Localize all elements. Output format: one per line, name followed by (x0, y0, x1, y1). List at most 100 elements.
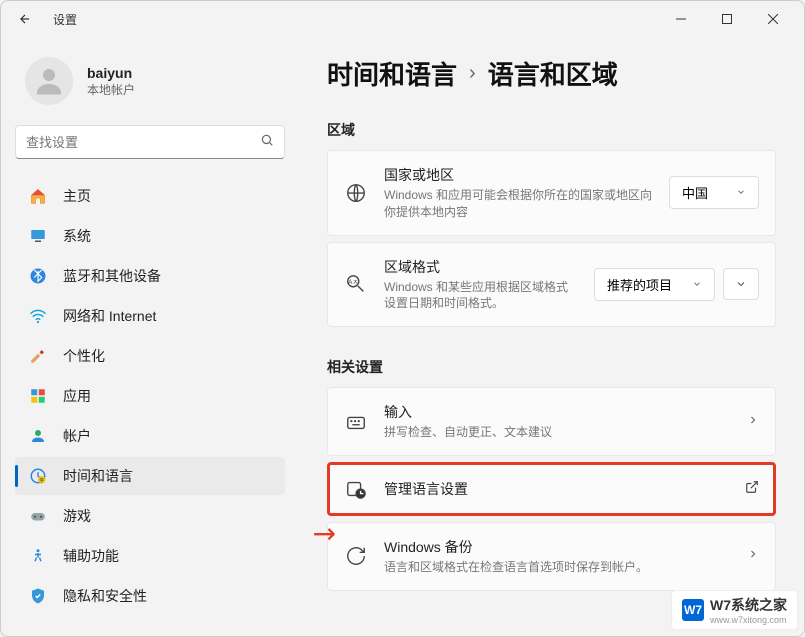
chevron-right-icon (747, 547, 759, 565)
card-text: 国家或地区 Windows 和应用可能会根据你所在的国家或地区向你提供本地内容 (384, 165, 653, 221)
sidebar-item-accounts[interactable]: 帐户 (15, 417, 285, 455)
expand-button[interactable] (723, 268, 759, 300)
system-icon (29, 227, 47, 245)
sidebar-item-privacy[interactable]: 隐私和安全性 (15, 577, 285, 615)
chevron-down-icon (692, 277, 702, 292)
admin-language-icon (344, 477, 368, 501)
sidebar-item-system[interactable]: 系统 (15, 217, 285, 255)
svg-text:Aㅈ: Aㅈ (348, 279, 358, 286)
card-desc: 语言和区域格式在检查语言首选项时保存到帐户。 (384, 559, 731, 576)
home-icon (29, 187, 47, 205)
card-country[interactable]: 国家或地区 Windows 和应用可能会根据你所在的国家或地区向你提供本地内容 … (327, 150, 776, 236)
minimize-button[interactable] (658, 3, 704, 35)
main-panel: 时间和语言 › 语言和区域 区域 国家或地区 Windows 和应用可能会根据你… (299, 37, 804, 636)
nav-label: 时间和语言 (63, 466, 133, 486)
search-icon (260, 133, 274, 152)
sidebar-item-network[interactable]: 网络和 Internet (15, 297, 285, 335)
external-link-icon (745, 480, 759, 497)
breadcrumb-current: 语言和区域 (488, 55, 618, 92)
apps-icon (29, 387, 47, 405)
dropdown-value: 中国 (682, 183, 708, 202)
close-button[interactable] (750, 3, 796, 35)
nav-label: 系统 (63, 226, 91, 246)
sidebar: baiyun 本地帐户 主页 系统 (1, 37, 299, 636)
content-area: baiyun 本地帐户 主页 系统 (1, 37, 804, 636)
dropdown-value: 推荐的项目 (607, 275, 672, 294)
accessibility-icon (29, 547, 47, 565)
search-input[interactable] (26, 135, 260, 150)
card-title: 输入 (384, 402, 731, 422)
settings-window: 设置 baiyun 本地帐户 (0, 0, 805, 637)
accounts-icon (29, 427, 47, 445)
sidebar-item-accessibility[interactable]: 辅助功能 (15, 537, 285, 575)
privacy-icon (29, 587, 47, 605)
card-title: 区域格式 (384, 257, 578, 277)
globe-icon (344, 181, 368, 205)
format-dropdown[interactable]: 推荐的项目 (594, 268, 715, 301)
nav-label: 主页 (63, 186, 91, 206)
backup-icon (344, 544, 368, 568)
sidebar-item-apps[interactable]: 应用 (15, 377, 285, 415)
back-button[interactable] (9, 3, 41, 35)
sidebar-item-gaming[interactable]: 游戏 (15, 497, 285, 535)
card-text: Windows 备份 语言和区域格式在检查语言首选项时保存到帐户。 (384, 537, 731, 576)
avatar (25, 57, 73, 105)
card-title: 管理语言设置 (384, 479, 729, 499)
personalization-icon (29, 347, 47, 365)
section-region-title: 区域 (327, 120, 776, 140)
wifi-icon (29, 307, 47, 325)
user-name: baiyun (87, 65, 135, 81)
user-profile[interactable]: baiyun 本地帐户 (15, 49, 285, 125)
watermark: W7 W7系统之家 www.w7xitong.com (671, 590, 798, 630)
watermark-url: www.w7xitong.com (710, 615, 787, 625)
card-text: 输入 拼写检查、自动更正、文本建议 (384, 402, 731, 441)
nav-label: 帐户 (63, 426, 91, 446)
nav-list: 主页 系统 蓝牙和其他设备 网络和 Internet 个性化 (15, 177, 285, 615)
card-input[interactable]: 输入 拼写检查、自动更正、文本建议 (327, 387, 776, 456)
chevron-right-icon (747, 413, 759, 431)
nav-label: 隐私和安全性 (63, 586, 147, 606)
card-desc: 拼写检查、自动更正、文本建议 (384, 424, 731, 441)
time-language-icon: 字 (29, 467, 47, 485)
gaming-icon (29, 507, 47, 525)
card-region-format[interactable]: Aㅈ 区域格式 Windows 和某些应用根据区域格式设置日期和时间格式。 推荐… (327, 242, 776, 328)
user-type: 本地帐户 (87, 81, 135, 98)
watermark-icon: W7 (682, 599, 704, 621)
watermark-text: W7系统之家 (710, 597, 787, 613)
search-box[interactable] (15, 125, 285, 159)
section-related-title: 相关设置 (327, 357, 776, 377)
nav-label: 辅助功能 (63, 546, 119, 566)
nav-label: 应用 (63, 386, 91, 406)
window-title: 设置 (53, 11, 77, 28)
sidebar-item-time-language[interactable]: 字 时间和语言 (15, 457, 285, 495)
breadcrumb-parent[interactable]: 时间和语言 (327, 55, 457, 92)
card-title: 国家或地区 (384, 165, 653, 185)
window-controls (658, 3, 796, 35)
nav-label: 个性化 (63, 346, 105, 366)
breadcrumb-separator: › (469, 62, 476, 85)
sidebar-item-bluetooth[interactable]: 蓝牙和其他设备 (15, 257, 285, 295)
nav-label: 蓝牙和其他设备 (63, 266, 161, 286)
nav-label: 游戏 (63, 506, 91, 526)
region-format-icon: Aㅈ (344, 272, 368, 296)
user-info: baiyun 本地帐户 (87, 65, 135, 98)
maximize-button[interactable] (704, 3, 750, 35)
country-dropdown[interactable]: 中国 (669, 176, 759, 209)
chevron-down-icon (736, 185, 746, 200)
card-title: Windows 备份 (384, 537, 731, 557)
sidebar-item-home[interactable]: 主页 (15, 177, 285, 215)
svg-text:字: 字 (40, 477, 45, 483)
titlebar-left: 设置 (9, 3, 77, 35)
keyboard-icon (344, 410, 368, 434)
titlebar: 设置 (1, 1, 804, 37)
card-windows-backup[interactable]: Windows 备份 语言和区域格式在检查语言首选项时保存到帐户。 (327, 522, 776, 591)
card-text: 管理语言设置 (384, 479, 729, 499)
card-desc: Windows 和某些应用根据区域格式设置日期和时间格式。 (384, 279, 578, 313)
card-action: 中国 (669, 176, 759, 209)
card-admin-language[interactable]: 管理语言设置 (327, 462, 776, 516)
breadcrumb: 时间和语言 › 语言和区域 (327, 55, 776, 92)
card-text: 区域格式 Windows 和某些应用根据区域格式设置日期和时间格式。 (384, 257, 578, 313)
bluetooth-icon (29, 267, 47, 285)
sidebar-item-personalization[interactable]: 个性化 (15, 337, 285, 375)
card-desc: Windows 和应用可能会根据你所在的国家或地区向你提供本地内容 (384, 187, 653, 221)
